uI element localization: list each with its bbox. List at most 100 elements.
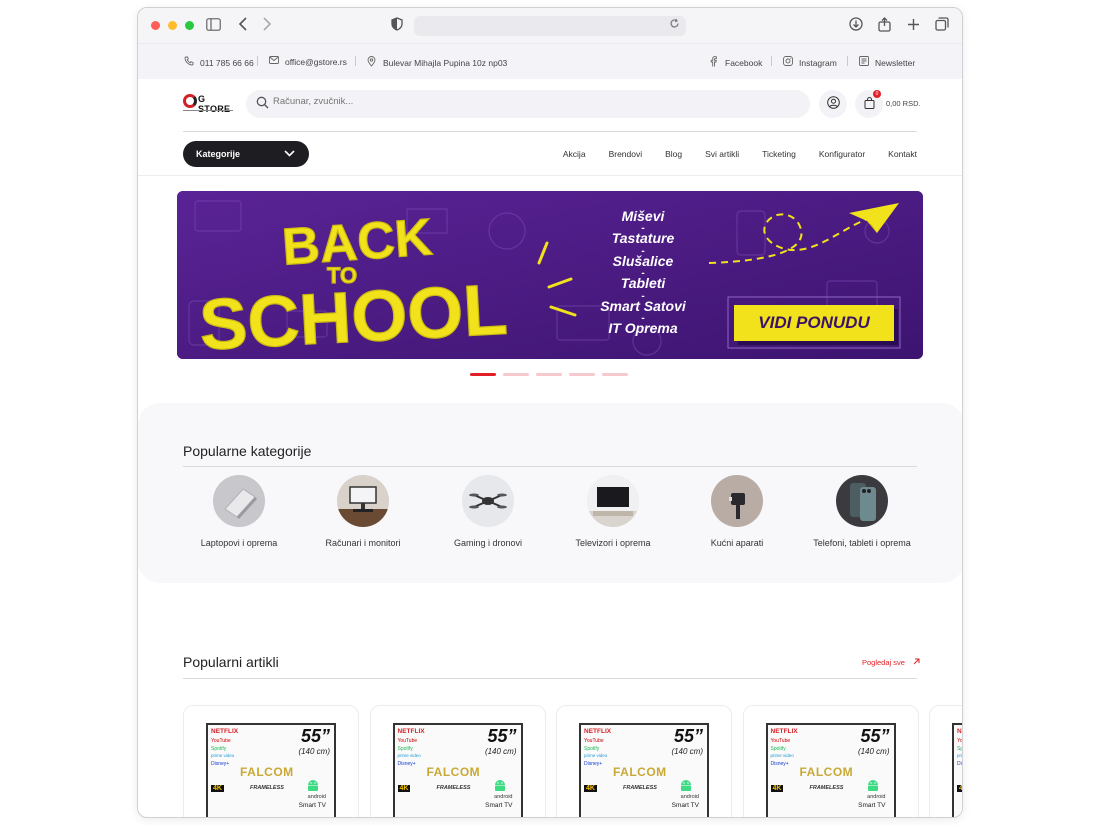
phone-text[interactable]: 011 785 66 66	[200, 58, 254, 68]
product-card[interactable]: NETFLIX YouTube Spotify prime video Disn…	[183, 705, 359, 817]
gstore-logo[interactable]: G STORE	[183, 92, 235, 114]
shield-icon[interactable]	[391, 17, 403, 35]
resolution-badge: 4K	[957, 785, 962, 792]
product-card[interactable]: NETFLIX YouTube Spotify prime video Disn…	[556, 705, 732, 817]
phone-contact[interactable]: 011 785 66 66	[183, 56, 254, 69]
close-window-button[interactable]	[151, 21, 160, 30]
account-button[interactable]	[819, 90, 847, 118]
instagram-link[interactable]: Instagram	[782, 56, 837, 69]
facebook-label[interactable]: Facebook	[725, 58, 762, 68]
category-label: Telefoni, tableti i oprema	[813, 538, 911, 548]
category-phones[interactable]: Telefoni, tableti i oprema	[792, 475, 932, 548]
instagram-icon	[782, 56, 793, 69]
vidi-ponudu-button[interactable]: VIDI PONUDU	[734, 305, 894, 341]
prime-logo: prime video	[957, 753, 963, 758]
category-laptops[interactable]: Laptopovi i oprema	[169, 475, 309, 548]
address-bar[interactable]	[414, 16, 686, 36]
hero-item-misevi: Miševi	[622, 208, 666, 224]
category-label: Televizori i oprema	[575, 538, 651, 548]
drone-icon	[462, 475, 514, 527]
user-icon	[826, 96, 840, 112]
phone-icon	[183, 56, 194, 69]
tv-icon	[587, 475, 639, 527]
product-card[interactable]: NETFLIX YouTube Spotify prime video Disn…	[742, 705, 919, 817]
minimize-window-button[interactable]	[168, 21, 177, 30]
laptop-icon	[213, 475, 265, 527]
nav-link-kontakt[interactable]: Kontakt	[888, 149, 917, 159]
carousel-dot-2[interactable]	[503, 373, 529, 376]
categories-dropdown-button[interactable]: Kategorije	[183, 141, 309, 167]
email-text[interactable]: office@gstore.rs	[285, 57, 347, 67]
category-computers[interactable]: Računari i monitori	[293, 475, 433, 548]
netflix-logo: NETFLIX	[957, 728, 962, 735]
nav-link-akcija[interactable]: Akcija	[563, 149, 586, 159]
svg-text:BACK: BACK	[280, 208, 434, 276]
search-bar[interactable]	[246, 90, 810, 118]
carousel-dot-1[interactable]	[470, 373, 496, 376]
youtube-logo: YouTube	[584, 738, 604, 744]
netflix-logo: NETFLIX	[211, 728, 239, 735]
nav-link-konfigurator[interactable]: Konfigurator	[819, 149, 865, 159]
nav-links: Akcija Brendovi Blog Svi artikli Ticketi…	[540, 149, 917, 159]
newsletter-link[interactable]: Newsletter	[858, 56, 915, 69]
nav-link-brendovi[interactable]: Brendovi	[609, 149, 643, 159]
smart-tv-label: Smart TV	[485, 802, 513, 809]
nav-link-svi-artikli[interactable]: Svi artikli	[705, 149, 739, 159]
svg-text:-: -	[641, 313, 644, 324]
svg-text:-: -	[641, 268, 644, 279]
section-title-products: Popularni artikli	[183, 654, 279, 670]
search-input[interactable]	[273, 96, 773, 107]
address-text[interactable]: Bulevar Mihajla Pupina 10z np03	[383, 58, 507, 68]
product-image: NETFLIX YouTube Spotify prime video Disn…	[765, 723, 896, 817]
carousel-dot-5[interactable]	[602, 373, 628, 376]
smart-tv-label: Smart TV	[671, 802, 699, 809]
product-card[interactable]: NETFLIX YouTube Spotify prime video Disn…	[929, 705, 963, 817]
category-home-appliances[interactable]: Kućni aparati	[667, 475, 807, 548]
svg-text:-: -	[641, 246, 644, 257]
resolution-badge: 4K	[584, 785, 597, 792]
smart-tv-label: Smart TV	[298, 802, 326, 809]
product-card[interactable]: NETFLIX YouTube Spotify prime video Disn…	[369, 705, 546, 817]
sidebar-icon[interactable]	[206, 17, 221, 35]
back-icon[interactable]	[238, 17, 248, 35]
mail-icon	[268, 56, 279, 67]
carousel-dot-3[interactable]	[536, 373, 562, 376]
disney-logo: Disney+	[957, 761, 962, 767]
carousel-dot-4[interactable]	[569, 373, 595, 376]
instagram-label[interactable]: Instagram	[799, 58, 837, 68]
address-contact[interactable]: Bulevar Mihajla Pupina 10z np03	[366, 56, 507, 70]
zoom-window-button[interactable]	[185, 21, 194, 30]
category-label: Kućni aparati	[710, 538, 764, 548]
nav-link-blog[interactable]: Blog	[665, 149, 682, 159]
share-icon[interactable]	[878, 17, 891, 36]
netflix-logo: NETFLIX	[397, 728, 425, 735]
cart-total[interactable]: 0,00 RSD.	[886, 99, 921, 108]
product-image: NETFLIX YouTube Spotify prime video Disn…	[579, 723, 709, 817]
cart-button[interactable]: 0	[855, 90, 883, 118]
product-brand: FALCOM	[426, 765, 481, 779]
category-gaming[interactable]: Gaming i dronovi	[418, 475, 558, 548]
product-brand: FALCOM	[613, 765, 667, 779]
forward-icon[interactable]	[262, 17, 272, 35]
nav-link-ticketing[interactable]: Ticketing	[762, 149, 796, 159]
facebook-link[interactable]: Facebook	[708, 56, 762, 70]
contact-bar: 011 785 66 66 office@gstore.rs Bulevar M…	[138, 44, 962, 79]
see-all-link[interactable]: Pogledaj sve	[862, 658, 920, 667]
reload-icon[interactable]	[669, 18, 680, 32]
shopping-bag-icon	[864, 96, 875, 112]
prime-logo: prime video	[397, 753, 421, 758]
svg-text:-: -	[641, 223, 644, 234]
logo-tagline	[183, 109, 235, 113]
new-tab-icon[interactable]	[907, 17, 920, 35]
tabs-icon[interactable]	[935, 17, 949, 35]
section-divider	[183, 466, 917, 467]
category-tv[interactable]: Televizori i oprema	[543, 475, 683, 548]
cart-count-badge: 0	[873, 90, 881, 98]
search-icon[interactable]	[256, 96, 269, 112]
email-contact[interactable]: office@gstore.rs	[268, 56, 347, 67]
newsletter-label[interactable]: Newsletter	[875, 58, 915, 68]
category-label: Laptopovi i oprema	[200, 538, 278, 548]
disney-logo: Disney+	[397, 761, 416, 767]
download-icon[interactable]	[849, 17, 863, 35]
hero-banner[interactable]: BACK TO SCHOOL Miševi Tastature Slušalic…	[177, 191, 923, 359]
